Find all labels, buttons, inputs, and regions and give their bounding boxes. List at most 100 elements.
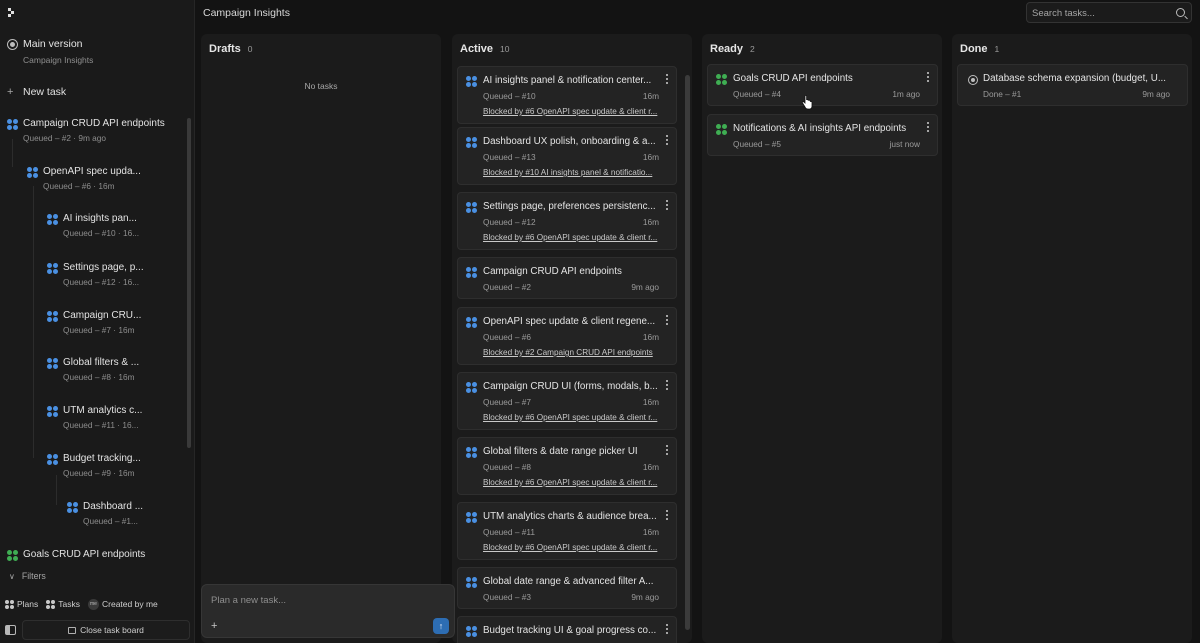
task-card[interactable]: Database schema expansion (budget, U... … (957, 64, 1188, 106)
task-time: 9m ago (631, 282, 659, 292)
blocked-by-link[interactable]: Blocked by #6 OpenAPI spec update & clie… (483, 107, 665, 116)
task-card[interactable]: Dashboard UX polish, onboarding & a... Q… (457, 127, 677, 185)
column-active: Active 10 AI insights panel & notificatio… (452, 34, 692, 643)
task-card[interactable]: UTM analytics charts & audience brea... … (457, 502, 677, 560)
chevron-down-icon: ∨ (9, 572, 15, 581)
empty-message: No tasks (304, 81, 338, 91)
blocked-by-link[interactable]: Blocked by #6 OpenAPI spec update & clie… (483, 478, 665, 487)
task-meta: Queued – #5 (733, 139, 781, 149)
blocked-by-link[interactable]: Blocked by #6 OpenAPI spec update & clie… (483, 233, 665, 242)
bottom-tabs: Plans Tasks me Created by me (5, 597, 158, 611)
more-menu-icon[interactable] (666, 200, 669, 211)
tree-line (33, 186, 34, 458)
status-grid-blue-icon (466, 512, 477, 523)
sidebar-scrollbar[interactable] (187, 118, 191, 448)
task-time: 1m ago (892, 89, 920, 99)
task-card[interactable]: AI insights panel & notification center.… (457, 66, 677, 124)
tree-item-title: Campaign CRU... (63, 310, 142, 321)
avatar: me (88, 598, 99, 610)
more-menu-icon[interactable] (666, 74, 669, 85)
task-card[interactable]: Global date range & advanced filter A...… (457, 567, 677, 609)
task-title: Global date range & advanced filter A... (483, 576, 654, 587)
status-grid-green-icon (716, 74, 727, 85)
tasks-icon (46, 599, 56, 609)
sidebar-toggle-icon[interactable] (5, 625, 16, 635)
column-done: Done 1 Database schema expansion (budget,… (952, 34, 1192, 643)
column-scrollbar[interactable] (685, 75, 690, 630)
more-menu-icon[interactable] (666, 315, 669, 326)
blocked-by-link[interactable]: Blocked by #2 Campaign CRUD API endpoint… (483, 348, 665, 357)
tree-item-title: Dashboard ... (83, 501, 144, 512)
task-time: 16m (642, 462, 659, 472)
more-menu-icon[interactable] (666, 380, 669, 391)
tree-item-title: AI insights pan... (63, 213, 137, 224)
task-title: Notifications & AI insights API endpoint… (733, 123, 907, 134)
blocked-by-link[interactable]: Blocked by #10 AI insights panel & notif… (483, 168, 665, 177)
column-count: 2 (750, 44, 755, 54)
task-time: 9m ago (631, 592, 659, 602)
filters-toggle[interactable]: ∨ Filters (9, 571, 46, 581)
tab-created-by-me[interactable]: me Created by me (88, 598, 158, 610)
hand-cursor-icon (801, 95, 813, 110)
app-logo-icon[interactable] (7, 7, 17, 17)
tree-line (56, 475, 57, 505)
task-meta: Queued – #7 (483, 397, 531, 407)
column-header: Active 10 (460, 43, 510, 55)
send-button[interactable]: ↑ (433, 618, 449, 634)
tab-tasks[interactable]: Tasks (46, 599, 80, 609)
search-icon[interactable] (1176, 8, 1185, 17)
status-grid-green-icon (716, 124, 727, 135)
more-menu-icon[interactable] (927, 72, 930, 83)
more-menu-icon[interactable] (927, 122, 930, 133)
search-input[interactable]: Search tasks... (1026, 2, 1192, 23)
task-title: UTM analytics charts & audience brea... (483, 511, 657, 522)
attach-plus-icon[interactable]: + (211, 620, 217, 632)
tree-item-meta: Queued – #12 · 16... (63, 277, 140, 287)
more-menu-icon[interactable] (666, 510, 669, 521)
status-grid-blue-icon (466, 137, 477, 148)
tree-item-meta: Queued – #9 · 16m (63, 468, 135, 478)
tree-item-meta: Queued – #1... (83, 516, 138, 526)
filters-label: Filters (21, 571, 46, 581)
status-grid-blue-icon (47, 263, 58, 274)
task-card[interactable]: OpenAPI spec update & client regene... Q… (457, 307, 677, 365)
close-task-board-button[interactable]: Close task board (22, 620, 190, 640)
task-title: Budget tracking UI & goal progress co... (483, 625, 657, 636)
tree-item-meta: Queued – #6 · 16m (43, 181, 115, 191)
task-card[interactable]: Goals CRUD API endpoints Queued – #4 1m … (707, 64, 938, 106)
status-grid-blue-icon (67, 502, 78, 513)
task-card[interactable]: Campaign CRUD API endpoints Queued – #2 … (457, 257, 677, 299)
more-menu-icon[interactable] (666, 445, 669, 456)
task-card[interactable]: Settings page, preferences persistenc...… (457, 192, 677, 250)
task-meta: Queued – #6 (483, 332, 531, 342)
task-title: Global filters & date range picker UI (483, 446, 638, 457)
main-version-title: Main version (23, 38, 83, 50)
plan-task-input[interactable]: Plan a new task... + ↑ (201, 584, 455, 638)
task-title: Settings page, preferences persistenc... (483, 201, 656, 212)
close-task-board-label: Close task board (80, 625, 144, 635)
tree-item-title: Settings page, p... (63, 262, 144, 273)
tab-created-by-me-label: Created by me (102, 599, 158, 609)
status-grid-blue-icon (47, 358, 58, 369)
task-meta: Queued – #4 (733, 89, 781, 99)
task-title: Goals CRUD API endpoints (733, 73, 853, 84)
status-grid-blue-icon (47, 406, 58, 417)
tab-plans[interactable]: Plans (5, 599, 38, 609)
task-title: Campaign CRUD API endpoints (483, 266, 622, 277)
task-time: 16m (642, 397, 659, 407)
plus-icon: + (7, 86, 14, 98)
task-card[interactable]: Global filters & date range picker UI Qu… (457, 437, 677, 495)
tree-line (12, 139, 13, 167)
task-title: Database schema expansion (budget, U... (983, 73, 1166, 84)
new-task-button[interactable]: + New task (7, 86, 66, 98)
more-menu-icon[interactable] (666, 135, 669, 146)
more-menu-icon[interactable] (666, 624, 669, 635)
task-card[interactable]: Budget tracking UI & goal progress co... (457, 616, 677, 643)
task-card[interactable]: Notifications & AI insights API endpoint… (707, 114, 938, 156)
blocked-by-link[interactable]: Blocked by #6 OpenAPI spec update & clie… (483, 413, 665, 422)
task-time: just now (889, 139, 920, 149)
task-meta: Done – #1 (983, 89, 1022, 99)
blocked-by-link[interactable]: Blocked by #6 OpenAPI spec update & clie… (483, 543, 665, 552)
task-card[interactable]: Campaign CRUD UI (forms, modals, b... Qu… (457, 372, 677, 430)
column-name: Done (960, 43, 988, 55)
